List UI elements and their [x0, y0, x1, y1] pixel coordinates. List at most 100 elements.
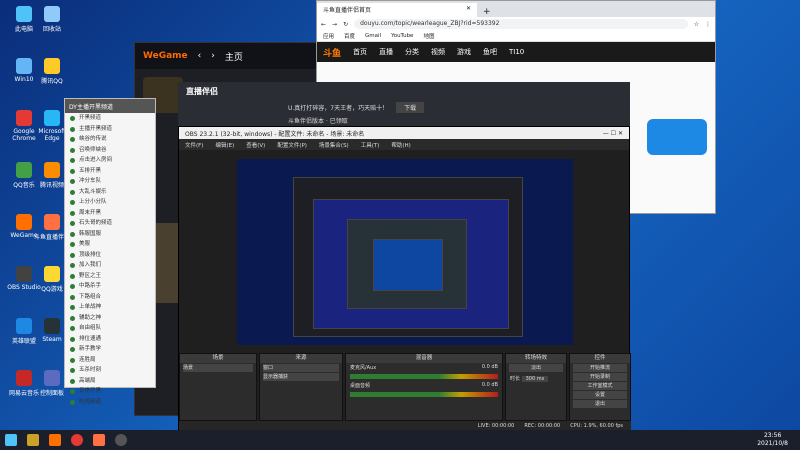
volume-meter[interactable]: [350, 392, 498, 397]
wegame-taskbar-icon[interactable]: [44, 430, 66, 450]
site-nav-item[interactable]: 鱼吧: [483, 47, 497, 57]
douyu-site-nav: 斗鱼 首页 直播 分类 视频 游戏 鱼吧 TI10: [317, 42, 715, 62]
douyu-taskbar-icon[interactable]: [88, 430, 110, 450]
channel-item[interactable]: 高端局: [65, 376, 155, 387]
obs-preview[interactable]: [237, 159, 573, 345]
channel-item[interactable]: 开黑频道: [65, 113, 155, 124]
control-button[interactable]: 开始推流: [573, 364, 627, 372]
obs-menu-item[interactable]: 配置文件(P): [277, 141, 307, 149]
channel-item[interactable]: 吃鸡频道: [65, 397, 155, 408]
windows-start-icon[interactable]: [0, 430, 22, 450]
lol-taskbar-icon[interactable]: [22, 430, 44, 450]
obs-menu-item[interactable]: 编辑(E): [215, 141, 234, 149]
new-tab-icon[interactable]: +: [477, 7, 497, 17]
obs-taskbar-icon[interactable]: [110, 430, 132, 450]
window-controls[interactable]: — ☐ ✕: [603, 130, 623, 137]
menu-icon[interactable]: ⋮: [705, 21, 711, 28]
dy-chat-window[interactable]: DY主播开黑频道 开黑频道 主播开黑频道 峡谷的传说 召唤师峡谷 点击进入房间 五排开黑冲…: [64, 98, 156, 405]
site-nav-item[interactable]: 分类: [405, 47, 419, 57]
desktop-icon[interactable]: 回收站: [34, 6, 70, 33]
status-item: LIVE: 00:00:00: [477, 423, 515, 429]
channel-item[interactable]: 连胜局: [65, 355, 155, 366]
channel-item[interactable]: 日常开黑: [65, 386, 155, 397]
mixer-header: 混音器: [346, 354, 502, 363]
channel-item[interactable]: 五排开黑: [65, 166, 155, 177]
reload-icon[interactable]: ↻: [343, 21, 348, 28]
close-icon[interactable]: ✕: [466, 5, 471, 15]
channel-item[interactable]: 点击进入房间: [65, 155, 155, 166]
source-item[interactable]: 显示器捕获: [263, 373, 339, 381]
control-button[interactable]: 设置: [573, 391, 627, 399]
transitions-dock: 转场特效 淡出 时长 300 ms: [505, 353, 567, 421]
douyu-companion-window[interactable]: 直播伴侣 U.真打打碎容，7天王者，巧天赔十！ 下载 斗鱼伴侣版本 · 已领取: [178, 82, 630, 130]
obs-menu-item[interactable]: 场景集合(S): [319, 141, 349, 149]
site-nav-item[interactable]: 直播: [379, 47, 393, 57]
channel-item[interactable]: 冲分车队: [65, 176, 155, 187]
star-icon[interactable]: ☆: [694, 21, 699, 28]
duration-input[interactable]: 300 ms: [521, 376, 549, 382]
channel-item[interactable]: 上单战神: [65, 302, 155, 313]
channel-item[interactable]: 新手教学: [65, 344, 155, 355]
channel-item[interactable]: 石头哥的频道: [65, 218, 155, 229]
channel-item[interactable]: 峡谷的传说: [65, 134, 155, 145]
bookmark-item[interactable]: 应用: [323, 32, 334, 40]
obs-menu-item[interactable]: 查看(V): [246, 141, 265, 149]
forward-icon[interactable]: ›: [211, 51, 215, 61]
scenes-dock: 场景 场景: [179, 353, 257, 421]
promo-badge[interactable]: [647, 119, 707, 155]
transition-select[interactable]: 淡出: [509, 364, 563, 372]
channel-item[interactable]: 顶级排位: [65, 250, 155, 261]
site-nav-item[interactable]: 视频: [431, 47, 445, 57]
bookmark-item[interactable]: 百度: [344, 32, 355, 40]
control-button[interactable]: 工作室模式: [573, 382, 627, 390]
mixer-db: 0.0 dB: [481, 364, 498, 370]
channel-item[interactable]: 主播开黑频道: [65, 124, 155, 135]
channel-item[interactable]: 自由组队: [65, 323, 155, 334]
desktop-icon[interactable]: 腾讯QQ: [34, 58, 70, 85]
clock[interactable]: 23:56 2021/10/8: [757, 432, 800, 448]
douyu-logo[interactable]: 斗鱼: [323, 46, 341, 59]
control-button[interactable]: 开始录制: [573, 373, 627, 381]
channel-item[interactable]: 排位速通: [65, 334, 155, 345]
channel-item[interactable]: 上分小分队: [65, 197, 155, 208]
control-button[interactable]: 退出: [573, 400, 627, 408]
site-nav-item[interactable]: TI10: [509, 48, 524, 56]
obs-window[interactable]: OBS 23.2.1 (32-bit, windows) - 配置文件: 未命名…: [178, 126, 631, 432]
desktop-icon-label: 腾讯QQ: [41, 78, 63, 85]
taskbar: 23:56 2021/10/8: [0, 430, 800, 450]
channel-item[interactable]: 下路组合: [65, 292, 155, 303]
site-nav-item[interactable]: 首页: [353, 47, 367, 57]
scene-item[interactable]: 场景: [183, 364, 253, 372]
chrome-taskbar-icon[interactable]: [66, 430, 88, 450]
url-input[interactable]: douyu.com/topic/wearleague_ZBJ?rid=59339…: [354, 19, 688, 29]
channel-item[interactable]: 野区之王: [65, 271, 155, 282]
bookmark-item[interactable]: 地图: [423, 32, 434, 40]
channel-item[interactable]: 美服: [65, 239, 155, 250]
bookmark-item[interactable]: YouTube: [391, 33, 413, 39]
channel-item[interactable]: 辅助之神: [65, 313, 155, 324]
obs-menu-item[interactable]: 文件(F): [185, 141, 203, 149]
wegame-home-tab[interactable]: 主页: [225, 50, 243, 63]
channel-item[interactable]: 五杀时刻: [65, 365, 155, 376]
channel-item[interactable]: 大乱斗娱乐: [65, 187, 155, 198]
site-nav-item[interactable]: 游戏: [457, 47, 471, 57]
channel-item[interactable]: 加入我们: [65, 260, 155, 271]
app-icon: [16, 162, 32, 178]
channel-item[interactable]: 中路杀手: [65, 281, 155, 292]
chrome-tab[interactable]: 斗鱼直播伴侣首页 ✕: [317, 3, 477, 17]
companion-notice: U.真打打碎容，7天王者，巧天赔十！: [288, 104, 389, 112]
back-icon[interactable]: ←: [321, 21, 326, 28]
channel-item[interactable]: 周末开黑: [65, 208, 155, 219]
app-icon: [16, 214, 32, 230]
obs-menu-item[interactable]: 帮助(H): [391, 141, 410, 149]
download-button[interactable]: 下载: [396, 101, 425, 113]
obs-menu-item[interactable]: 工具(T): [361, 141, 380, 149]
channel-item[interactable]: 召唤师峡谷: [65, 145, 155, 156]
bookmark-item[interactable]: Gmail: [365, 33, 381, 39]
source-item[interactable]: 窗口: [263, 364, 339, 372]
back-icon[interactable]: ‹: [198, 51, 202, 61]
volume-meter[interactable]: [350, 374, 498, 379]
forward-icon[interactable]: →: [332, 21, 337, 28]
channel-item[interactable]: 韩服国服: [65, 229, 155, 240]
dy-chat-list: 开黑频道 主播开黑频道 峡谷的传说 召唤师峡谷 点击进入房间 五排开黑 冲分车队 大乱斗娱乐上…: [65, 113, 155, 407]
